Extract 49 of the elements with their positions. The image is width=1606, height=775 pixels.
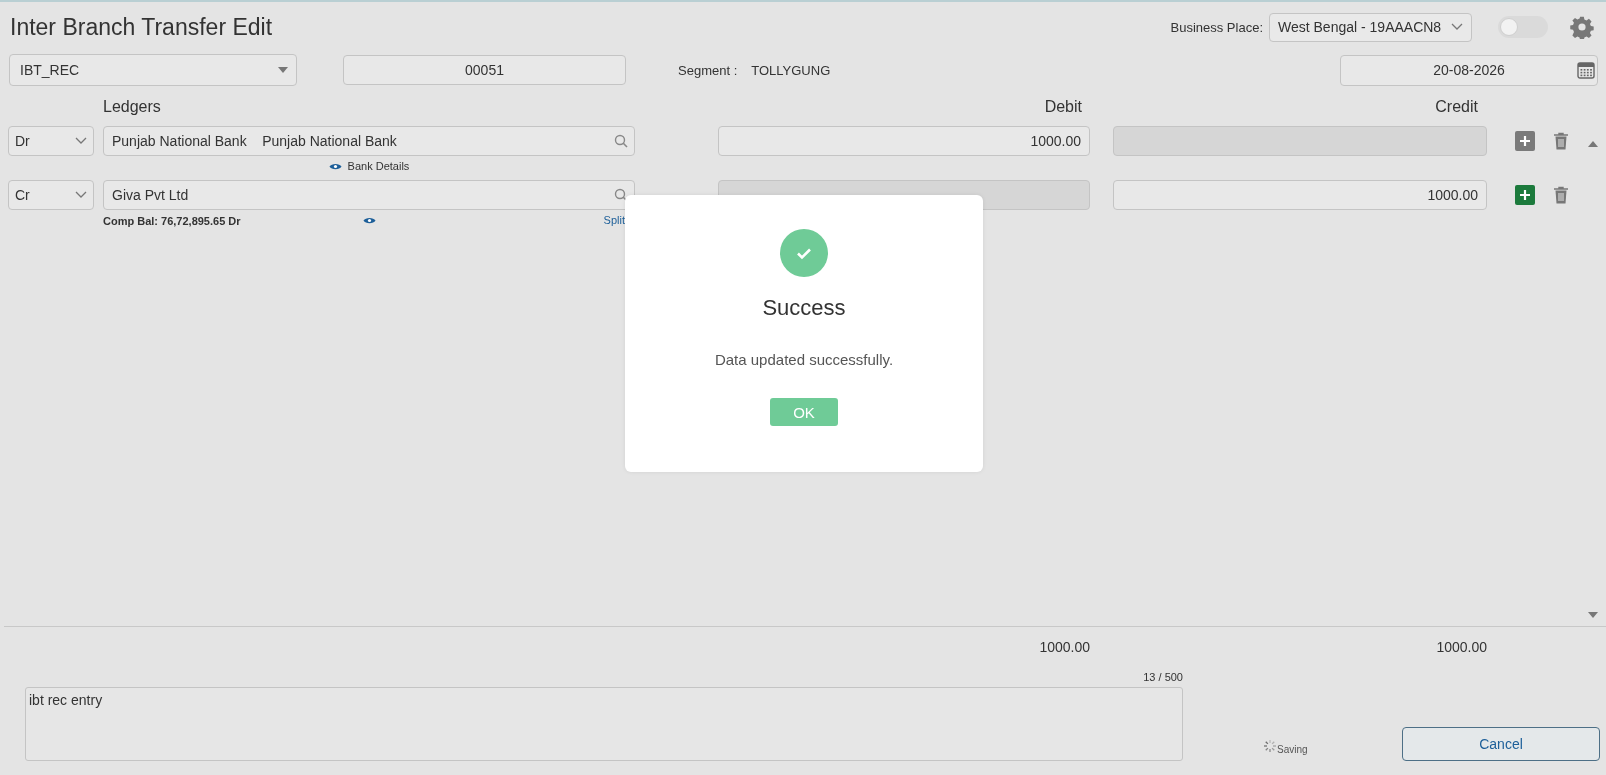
chevron-down-icon <box>75 137 87 145</box>
split-link[interactable]: Split <box>603 214 625 226</box>
toggle-switch[interactable] <box>1498 16 1548 38</box>
debit-field[interactable]: 1000.00 <box>718 126 1090 156</box>
date-field[interactable]: 20-08-2026 <box>1340 54 1598 86</box>
plus-icon <box>1519 189 1531 201</box>
voucher-number-field[interactable]: 00051 <box>343 55 626 85</box>
plus-icon <box>1519 135 1531 147</box>
scroll-down-icon[interactable] <box>1588 612 1598 618</box>
side-select[interactable]: Cr <box>8 180 94 210</box>
add-button[interactable] <box>1515 131 1535 151</box>
ledgers-heading: Ledgers <box>103 98 161 116</box>
segment-value: TOLLYGUNG <box>751 62 832 78</box>
dialog-message: Data updated successfully. <box>714 351 894 368</box>
search-icon[interactable] <box>614 134 628 148</box>
debit-total: 1000.00 <box>1039 639 1090 657</box>
saving-status: Saving <box>1277 744 1308 755</box>
narration-field[interactable]: ibt rec entry <box>25 687 1183 761</box>
search-icon[interactable] <box>614 188 628 202</box>
business-place-select[interactable]: West Bengal - 19AAACN8 <box>1269 12 1472 42</box>
spinner-icon <box>1263 738 1277 753</box>
character-counter: 13 / 500 <box>1143 671 1183 683</box>
cancel-button[interactable]: Cancel <box>1402 727 1600 761</box>
chevron-down-icon <box>75 191 87 199</box>
voucher-type-select[interactable]: IBT_REC <box>9 54 297 86</box>
bank-details-link[interactable]: Bank Details <box>347 160 410 172</box>
segment-label: Segment : <box>678 62 738 78</box>
dialog-title: Success <box>762 295 846 321</box>
company-balance: Comp Bal: 76,72,895.65 Dr <box>103 215 241 227</box>
ledger-field[interactable]: Giva Pvt Ltd <box>103 180 635 210</box>
side-select[interactable]: Dr <box>8 126 94 156</box>
scroll-up-icon[interactable] <box>1588 141 1598 147</box>
trash-icon[interactable] <box>1553 186 1569 204</box>
eye-icon[interactable] <box>362 215 376 225</box>
check-icon <box>780 229 828 277</box>
window-title: Inter Branch Transfer Edit <box>10 13 274 41</box>
chevron-down-icon <box>1451 23 1463 31</box>
debit-heading: Debit <box>1044 98 1082 116</box>
business-place-label: Business Place: <box>1170 19 1263 35</box>
ledger-field[interactable]: Punjab National Bank Punjab National Bank <box>103 126 635 156</box>
eye-icon[interactable] <box>328 161 342 171</box>
credit-field[interactable]: 1000.00 <box>1113 180 1487 210</box>
calendar-icon[interactable] <box>1577 61 1595 79</box>
settings-icon[interactable] <box>1570 15 1594 39</box>
add-button[interactable] <box>1515 185 1535 205</box>
credit-heading: Credit <box>1435 98 1478 116</box>
dropdown-arrow-icon <box>278 67 288 73</box>
credit-total: 1000.00 <box>1436 639 1487 657</box>
trash-icon[interactable] <box>1553 132 1569 150</box>
